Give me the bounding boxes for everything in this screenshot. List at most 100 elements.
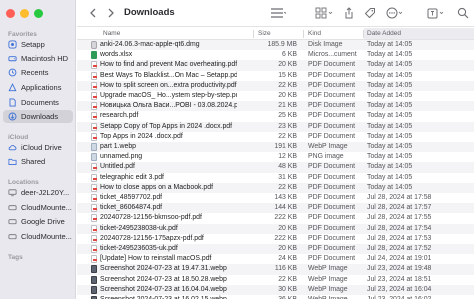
column-date-added[interactable]: Date Added <box>364 28 474 39</box>
sidebar-item-cloudmounter-2[interactable]: CloudMounte... <box>3 230 73 243</box>
file-name: Screenshot 2024-07-23 at 16.04.04.webp <box>100 285 227 293</box>
sidebar-item-computer[interactable]: deer-J2L20Y... <box>3 186 73 199</box>
drive-icon <box>8 217 17 226</box>
column-kind[interactable]: Kind <box>308 30 321 37</box>
file-kind: WebP Image <box>308 295 366 299</box>
column-divider[interactable] <box>303 30 304 38</box>
file-kind: PDF Document <box>308 194 356 201</box>
pdf-file-icon <box>91 173 97 182</box>
tag-button[interactable] <box>364 6 376 20</box>
file-row[interactable]: Top Apps in 2024 .docx.pdf 22 KB PDF Docum… <box>77 132 474 142</box>
file-row[interactable]: Screenshot 2024-07-23 at 19.47.31.webp 11… <box>77 264 474 275</box>
file-size: 23 KB <box>278 122 297 130</box>
file-kind: WebP Image <box>308 265 348 273</box>
sidebar-item-setapp[interactable]: Setapp <box>3 38 73 51</box>
minimize-window-button[interactable] <box>20 9 29 18</box>
file-name-cell: part 1.webp <box>91 142 237 152</box>
sidebar-item-label: iCloud Drive <box>21 143 62 152</box>
toolbar-extension-button[interactable] <box>427 6 447 20</box>
file-row[interactable]: 20240728-12156-bkmsoo-pdf.pdf 222 KB PDF D… <box>77 213 474 223</box>
file-row[interactable]: 20240728-12156-175apzx-pdf.pdf 222 KB PDF … <box>77 234 474 244</box>
close-window-button[interactable] <box>6 9 15 18</box>
file-row[interactable]: ticket_48597702.pdf 143 KB PDF Document Jul… <box>77 193 474 203</box>
download-icon <box>8 112 17 121</box>
file-date-added: Jul 28, 2024 at 17:55 <box>367 214 432 222</box>
action-menu-button[interactable] <box>386 6 406 20</box>
file-date-added: Today at 14:05 <box>367 61 413 69</box>
file-row[interactable]: ticket_86064874.pdf 144 KB PDF Document Jul… <box>77 203 474 214</box>
sidebar-item-recents[interactable]: Recents <box>3 66 73 79</box>
sidebar-item-macintosh-hd[interactable]: Macintosh HD <box>3 52 73 65</box>
file-name-cell: Новицька Ольга Васи...РОВІ - 03.08.2024.… <box>91 101 237 111</box>
sidebar-item-cloudmounter-1[interactable]: CloudMounte... <box>3 201 73 214</box>
sidebar-item-shared[interactable]: Shared <box>3 155 73 168</box>
file-date-added: Today at 14:05 <box>367 163 413 171</box>
sidebar-item-google-drive[interactable]: Google Drive <box>3 215 73 228</box>
sidebar-item-label: CloudMounte... <box>21 232 72 241</box>
file-row[interactable]: [Update] How to reinstall macOS.pdf 24 KB… <box>77 254 474 264</box>
sidebar-item-applications[interactable]: Applications <box>3 81 73 94</box>
sidebar-item-documents[interactable]: Documents <box>3 96 73 109</box>
file-row[interactable]: Untitled.pdf 48 KB PDF Document Today at 14… <box>77 162 474 173</box>
file-list: anki-24.06.3-mac-apple-qt6.dmg 185.9 MB Di… <box>77 40 474 299</box>
file-size: 20 KB <box>278 245 297 252</box>
file-name-cell: Best Ways To Blacklist...On Mac – Setapp… <box>91 71 237 81</box>
file-name: part 1.webp <box>100 143 137 150</box>
file-name-cell: How to split screen on...extra productiv… <box>91 81 237 91</box>
file-kind: WebP Image <box>308 275 348 283</box>
zoom-window-button[interactable] <box>34 9 43 18</box>
file-row[interactable]: ticket-2495236035-uk.pdf 20 KB PDF Documen… <box>77 244 474 255</box>
file-row[interactable]: How to find and prevent Mac overheating.… <box>77 60 474 71</box>
file-name: How to split screen on...extra productiv… <box>100 81 237 89</box>
sidebar-section-icloud: iCloud <box>8 134 29 141</box>
toolbar: Downloads <box>77 0 474 27</box>
document-icon <box>8 98 17 107</box>
grid-icon <box>315 7 333 19</box>
file-name-cell: words.xlsx <box>91 50 237 60</box>
drive-icon <box>8 232 17 241</box>
file-row[interactable]: words.xlsx 6 KB Micros...cument Today at 14… <box>77 50 474 60</box>
sidebar-item-label: Setapp <box>21 40 45 49</box>
sidebar-item-downloads[interactable]: Downloads <box>3 110 73 123</box>
file-name-cell: anki-24.06.3-mac-apple-qt6.dmg <box>91 40 237 50</box>
file-name: Setapp Copy of Top Apps in 2024 .docx.pd… <box>100 122 233 130</box>
file-row[interactable]: How to split screen on...extra productiv… <box>77 80 474 91</box>
file-name: Screenshot 2024-07-23 at 16.02.15.webp <box>100 295 227 299</box>
file-date-added: Today at 14:05 <box>367 173 413 181</box>
file-row[interactable]: anki-24.06.3-mac-apple-qt6.dmg 185.9 MB Di… <box>77 40 474 51</box>
file-name: Untitled.pdf <box>100 163 135 171</box>
file-name-cell: Top Apps in 2024 .docx.pdf <box>91 132 237 142</box>
file-row[interactable]: Setapp Copy of Top Apps in 2024 .docx.pd… <box>77 121 474 132</box>
chevron-right-icon <box>108 8 114 18</box>
column-divider[interactable] <box>253 30 254 38</box>
file-row[interactable]: Upgrade macOS_ Ho...ystem step-by-step.p… <box>77 91 474 101</box>
share-button[interactable] <box>344 6 354 20</box>
file-row[interactable]: Screenshot 2024-07-23 at 16.04.04.webp 30… <box>77 284 474 295</box>
disk-icon <box>8 54 17 63</box>
file-row[interactable]: unnamed.png 12 KB PNG image Today at 14:05 <box>77 152 474 162</box>
column-header: Name Size Kind Date Added <box>77 28 474 40</box>
file-row[interactable]: part 1.webp 191 KB WebP Image Today at 14:0… <box>77 142 474 153</box>
sidebar-item-icloud-drive[interactable]: iCloud Drive <box>3 141 73 154</box>
column-size[interactable]: Size <box>258 30 271 37</box>
file-row[interactable]: Screenshot 2024-07-23 at 16.02.15.webp 36… <box>77 295 474 299</box>
column-name[interactable]: Name <box>103 30 120 37</box>
file-row[interactable]: telegraphic edit 3.pdf 31 KB PDF Document T… <box>77 173 474 183</box>
file-kind: PDF Document <box>308 224 356 232</box>
file-row[interactable]: Best Ways To Blacklist...On Mac – Setapp… <box>77 71 474 81</box>
view-list-button[interactable] <box>270 6 286 20</box>
group-button[interactable] <box>315 6 335 20</box>
file-row[interactable]: How to close apps on a Macbook.pdf 22 KB P… <box>77 182 474 193</box>
search-button[interactable] <box>457 6 469 20</box>
sidebar-section-locations: Locations <box>8 179 39 186</box>
sidebar-item-label: Applications <box>21 83 62 92</box>
file-row[interactable]: Screenshot 2024-07-23 at 18.50.28.webp 22… <box>77 275 474 285</box>
file-row[interactable]: research.pdf 25 KB PDF Document Today at 14… <box>77 111 474 121</box>
file-kind: PDF Document <box>308 92 356 99</box>
pdf-file-icon <box>91 163 97 172</box>
file-row[interactable]: Новицька Ольга Васи...РОВІ - 03.08.2024.… <box>77 101 474 112</box>
file-row[interactable]: ticket-2495238038-uk.pdf 20 KB PDF Documen… <box>77 223 474 234</box>
back-button[interactable] <box>86 6 100 20</box>
file-date-added: Today at 14:05 <box>367 143 413 150</box>
forward-button[interactable] <box>104 6 118 20</box>
